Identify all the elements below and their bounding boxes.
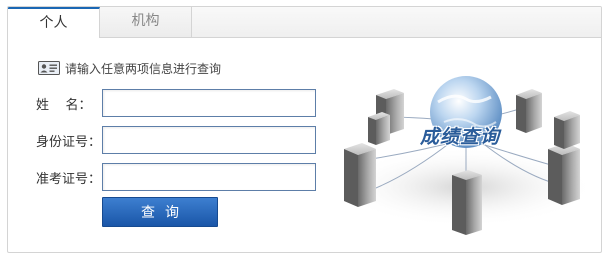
name-row: 姓 名： [36,87,316,119]
name-label: 姓 名： [36,97,92,113]
tab-organization[interactable]: 机构 [100,7,192,37]
query-button[interactable]: 查询 [102,197,218,227]
exam-number-input[interactable] [102,163,316,191]
exam-number-label: 准考证号： [36,171,102,187]
exam-number-row: 准考证号： [36,161,316,193]
id-number-row: 身份证号： [36,124,316,156]
tab-personal[interactable]: 个人 [8,7,100,38]
network-servers-graphic [336,76,596,235]
id-card-icon [38,61,60,75]
id-number-input[interactable] [102,126,316,154]
hint-row: 请输入任意两项信息进行查询 [38,59,221,77]
graphic-title: 成绩查询 [420,126,501,148]
name-input[interactable] [102,89,316,117]
network-illustration: 成绩查询 [326,67,601,247]
hint-text: 请输入任意两项信息进行查询 [65,61,222,76]
id-number-label: 身份证号： [36,134,102,150]
query-panel: 个人 机构 请输入任意两项信息进行查询 姓 名： 身份证号： 准考证号： 查询 [7,6,602,253]
tab-bar: 个人 机构 [8,7,601,38]
